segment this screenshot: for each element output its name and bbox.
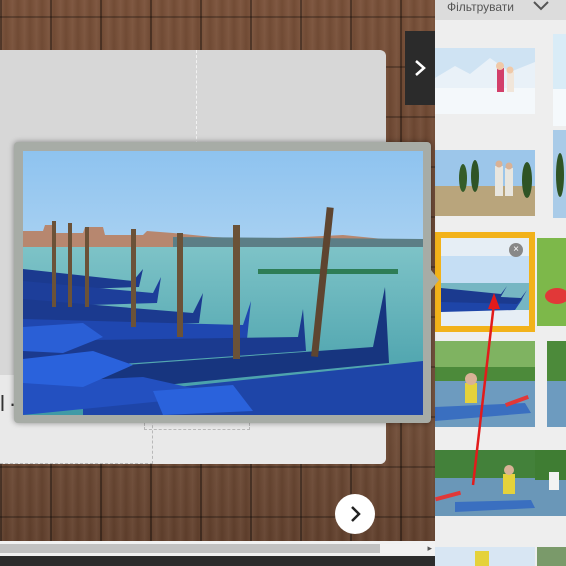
bottom-bar [0,556,435,566]
filter-dropdown[interactable]: Фільтрувати [435,0,566,20]
scrollbar-thumb[interactable] [0,544,380,553]
gallery-thumbnail[interactable] [537,238,566,326]
next-page-button[interactable] [335,494,375,534]
gallery-thumbnail[interactable] [435,48,535,114]
preview-pointer [431,270,439,290]
drag-arrow-annotation [471,293,500,486]
scroll-right-icon[interactable]: ▸ [427,543,432,554]
preview-image-gondolas [23,151,423,415]
horizontal-scrollbar[interactable]: ▸ [0,541,435,556]
gallery-thumbnail[interactable] [547,341,566,427]
chevron-right-icon [415,60,426,76]
gallery-thumbnail[interactable] [553,34,566,126]
filter-label: Фільтрувати [447,0,514,14]
chevron-down-icon [533,1,549,11]
chevron-right-icon [351,506,361,522]
photo-preview-popup [14,142,431,423]
close-icon[interactable]: × [509,243,523,257]
gallery-thumbnail[interactable] [537,547,566,566]
gallery-thumbnail[interactable] [435,150,535,216]
gallery-thumbnail[interactable] [435,547,535,566]
panel-toggle-button[interactable] [405,31,435,105]
gallery-thumbnail[interactable] [535,450,566,516]
gallery-thumbnail[interactable] [553,130,566,218]
